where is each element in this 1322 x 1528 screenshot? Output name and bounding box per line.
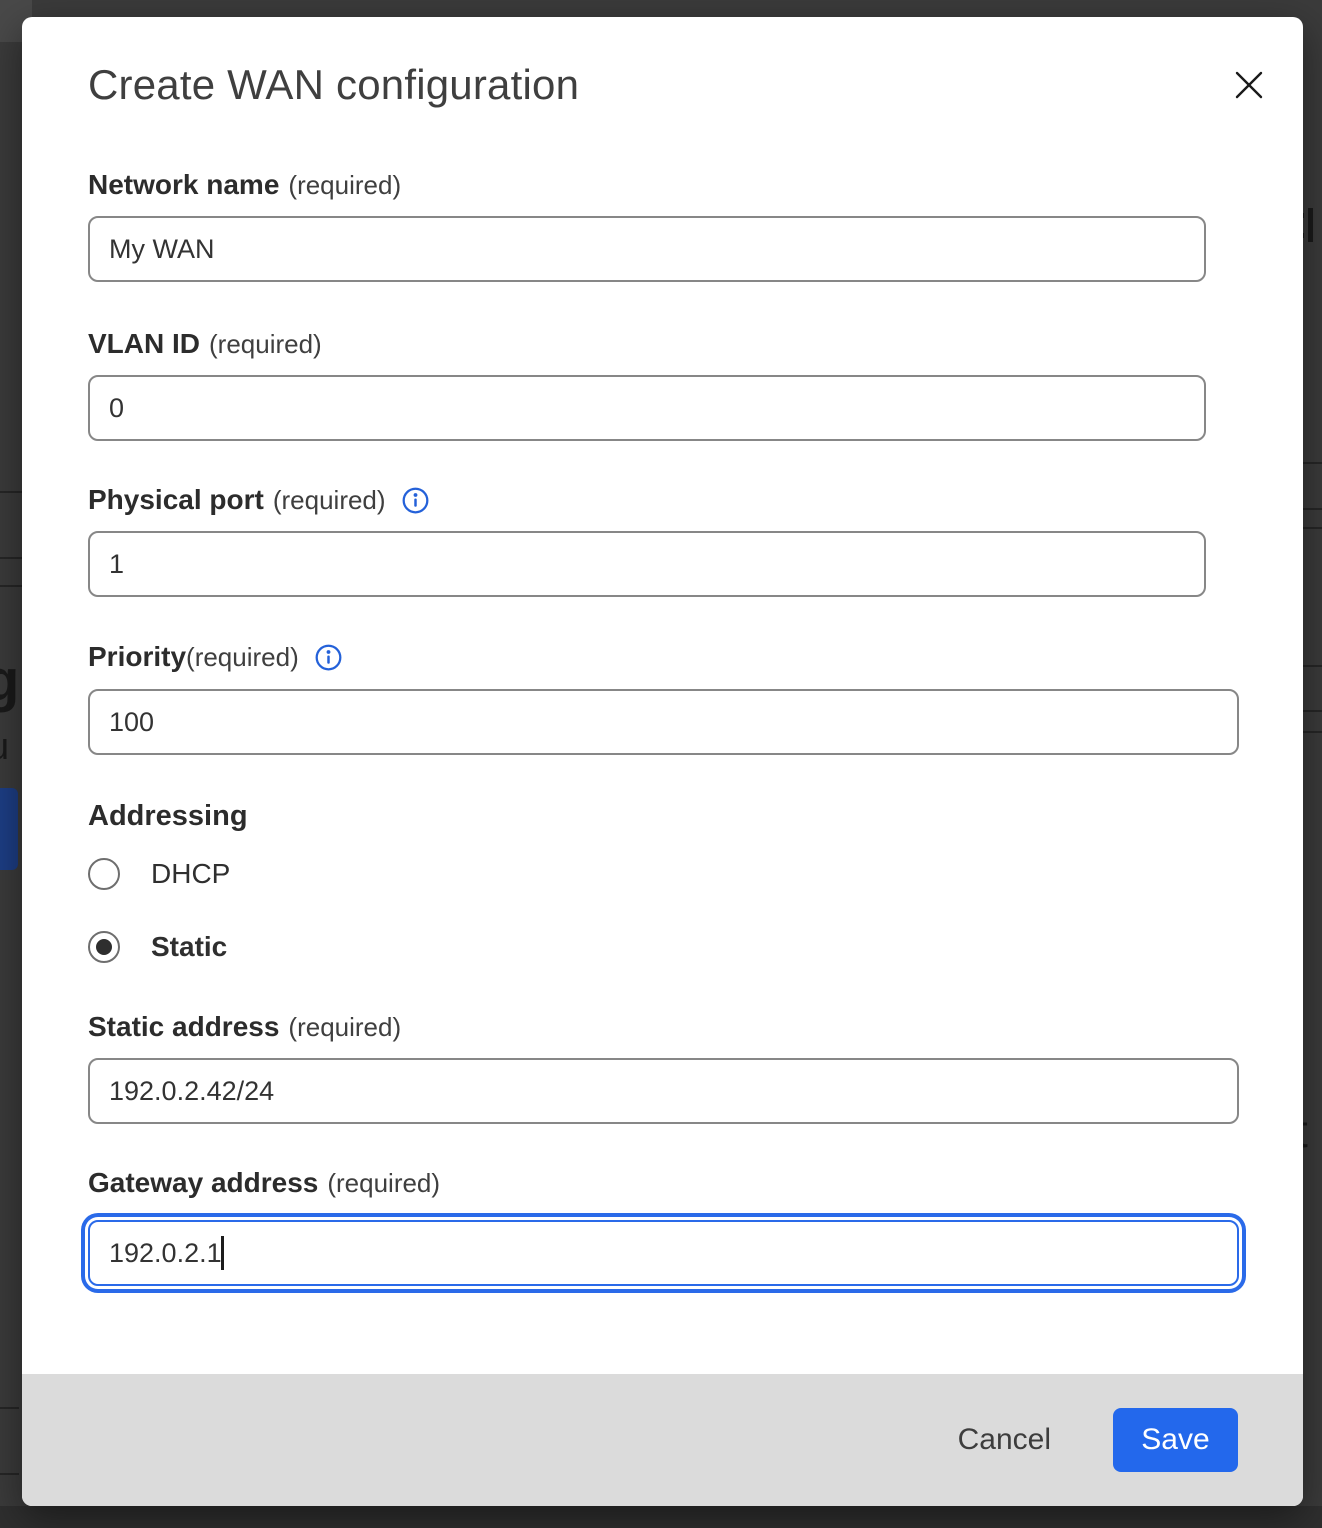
modal-footer: Cancel Save (22, 1374, 1303, 1506)
required-hint: (required) (288, 168, 401, 202)
background-table-line (0, 557, 22, 559)
background-mark (1308, 208, 1313, 242)
background-text-fragment: u (0, 728, 9, 766)
field-static-address: Static address (required) (88, 1010, 1303, 1124)
info-icon[interactable] (315, 644, 342, 671)
field-gateway-address: Gateway address (required) (88, 1166, 1303, 1286)
background-table-line (0, 1407, 19, 1409)
gateway-address-input[interactable] (88, 1220, 1239, 1286)
background-table-line (0, 585, 22, 587)
background-bottom-strip (0, 1506, 1322, 1528)
background-table-line (1303, 731, 1322, 733)
save-button[interactable]: Save (1113, 1408, 1238, 1472)
vlan-id-input[interactable] (88, 375, 1206, 441)
modal-body: Create WAN configuration Network name (r… (22, 17, 1303, 1374)
info-icon[interactable] (402, 487, 429, 514)
field-label: Physical port (required) (88, 483, 1303, 517)
required-hint: (required) (288, 1010, 401, 1044)
background-table-line (1303, 462, 1322, 464)
field-label-text: Network name (88, 168, 279, 202)
priority-input[interactable] (88, 689, 1239, 755)
radio-label: DHCP (151, 858, 230, 890)
radio-button-unselected[interactable] (88, 858, 120, 890)
field-label-text: Gateway address (88, 1166, 318, 1200)
physical-port-input[interactable] (88, 531, 1206, 597)
radio-label: Static (151, 931, 227, 963)
required-hint: (required) (273, 483, 386, 517)
page-title: Create WAN configuration (88, 60, 1303, 110)
create-wan-modal: Create WAN configuration Network name (r… (22, 17, 1303, 1506)
text-cursor (221, 1236, 224, 1270)
field-label: Priority (required) (88, 640, 1303, 674)
field-physical-port: Physical port (required) (88, 483, 1303, 597)
required-hint: (required) (186, 640, 299, 674)
background-table-line (1303, 710, 1322, 712)
background-text-fragment: g (0, 652, 19, 710)
static-address-input[interactable] (88, 1058, 1239, 1124)
radio-button-selected[interactable] (88, 931, 120, 963)
field-label: Network name (required) (88, 168, 1303, 202)
field-label-text: Static address (88, 1010, 279, 1044)
focused-input-wrapper (88, 1220, 1239, 1286)
field-network-name: Network name (required) (88, 168, 1303, 282)
field-label: VLAN ID (required) (88, 327, 1303, 361)
radio-option-dhcp[interactable]: DHCP (88, 857, 1303, 891)
required-hint: (required) (327, 1166, 440, 1200)
addressing-heading: Addressing (88, 799, 1303, 833)
field-label-text: Priority (88, 640, 186, 674)
field-label-text: VLAN ID (88, 327, 200, 361)
radio-option-static[interactable]: Static (88, 930, 1303, 964)
background-button-fragment (0, 788, 18, 870)
network-name-input[interactable] (88, 216, 1206, 282)
background-table-line (0, 491, 22, 493)
field-vlan-id: VLAN ID (required) (88, 327, 1303, 441)
field-label: Gateway address (required) (88, 1166, 1303, 1200)
field-label-text: Physical port (88, 483, 264, 517)
background-table-line (1303, 665, 1322, 667)
field-label: Static address (required) (88, 1010, 1303, 1044)
field-priority: Priority (required) (88, 640, 1303, 755)
background-table-line (1303, 508, 1322, 510)
background-table-line (0, 1473, 19, 1475)
required-hint: (required) (209, 327, 322, 361)
cancel-button[interactable]: Cancel (942, 1413, 1067, 1467)
background-table-line (1303, 527, 1322, 529)
